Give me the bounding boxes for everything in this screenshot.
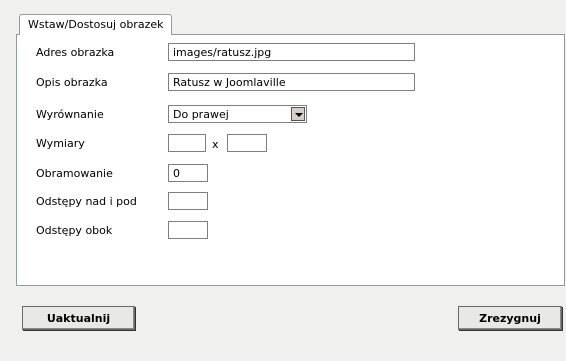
update-button[interactable]: Uaktualnij xyxy=(22,306,135,330)
image-properties-panel: Adres obrazka images/ratusz.jpg Opis obr… xyxy=(16,34,565,286)
insert-image-dialog: { "tab": { "label": "Wstaw/Dostosuj obra… xyxy=(0,0,566,361)
cancel-button[interactable]: Zrezygnuj xyxy=(458,306,562,330)
image-url-label: Adres obrazka xyxy=(36,46,115,59)
alignment-value: Do prawej xyxy=(173,108,229,121)
alignment-label: Wyrównanie xyxy=(36,108,104,121)
chevron-down-icon[interactable] xyxy=(291,107,305,121)
width-input[interactable] xyxy=(168,134,206,152)
height-input[interactable] xyxy=(227,134,267,152)
alignment-select[interactable]: Do prawej xyxy=(168,105,307,123)
hspace-input[interactable] xyxy=(168,221,208,239)
hspace-label: Odstępy obok xyxy=(36,224,113,237)
border-input[interactable]: 0 xyxy=(168,164,208,182)
tab-insert-image[interactable]: Wstaw/Dostosuj obrazek xyxy=(19,14,173,35)
vspace-input[interactable] xyxy=(168,192,208,210)
border-label: Obramowanie xyxy=(36,167,113,180)
dimension-separator: x xyxy=(212,138,219,151)
vspace-label: Odstępy nad i pod xyxy=(36,195,137,208)
image-desc-input[interactable]: Ratusz w Joomlaville xyxy=(168,73,415,91)
dimensions-label: Wymiary xyxy=(36,137,85,150)
image-desc-label: Opis obrazka xyxy=(36,76,108,89)
image-url-input[interactable]: images/ratusz.jpg xyxy=(168,43,415,61)
